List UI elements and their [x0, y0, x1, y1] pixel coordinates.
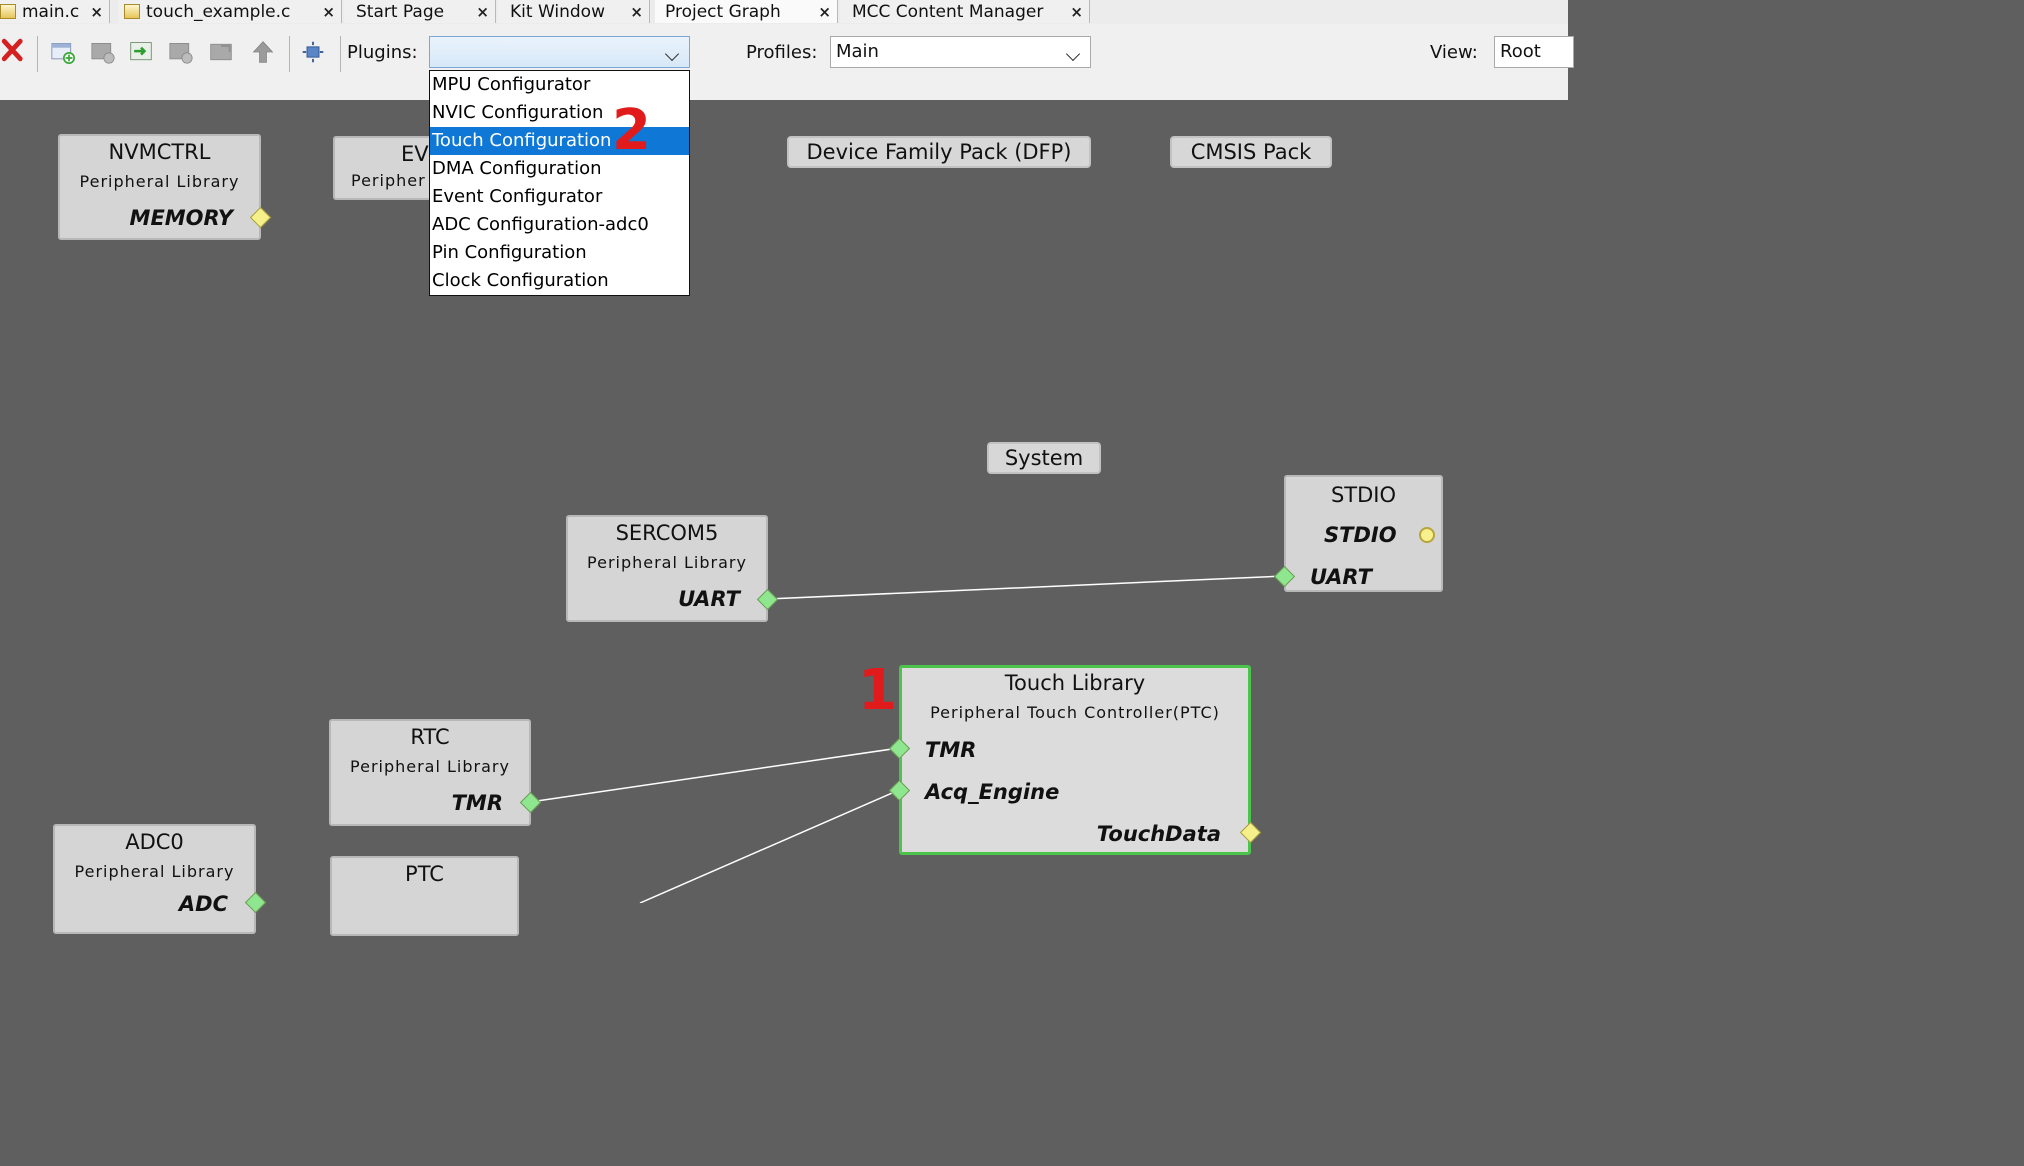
toolbar-separator: [37, 36, 38, 72]
remove-component-icon[interactable]: [90, 40, 116, 64]
rtc-node[interactable]: RTC Peripheral Library TMR: [329, 719, 531, 826]
profiles-dropdown[interactable]: Main: [830, 36, 1091, 68]
connection-rtc-touch: [529, 747, 900, 803]
ptc-node[interactable]: PTC: [330, 856, 519, 936]
tmr-port-label: TMR: [451, 791, 503, 815]
toolbar-separator: [289, 36, 290, 72]
adc-port-label: ADC: [178, 892, 228, 916]
close-icon[interactable]: ×: [1070, 3, 1083, 21]
tab-mcc-content-manager[interactable]: MCC Content Manager ×: [840, 0, 1090, 23]
memory-port-label: MEMORY: [129, 206, 233, 230]
step-1-marker: 1: [858, 658, 897, 723]
dfp-group[interactable]: Device Family Pack (DFP): [787, 136, 1091, 168]
touch-library-node[interactable]: Touch Library Peripheral Touch Controlle…: [899, 665, 1251, 855]
edit-component-icon[interactable]: [208, 40, 234, 64]
import-component-icon[interactable]: [128, 40, 154, 64]
stdio-port-label: STDIO: [1324, 523, 1397, 547]
system-group[interactable]: System: [987, 442, 1101, 474]
tab-kit-window[interactable]: Kit Window ×: [498, 0, 650, 23]
uart-port-label: UART: [1310, 565, 1372, 589]
close-icon[interactable]: ×: [476, 3, 489, 21]
menu-item-clock-configuration[interactable]: Clock Configuration: [430, 267, 689, 295]
export-component-icon[interactable]: [168, 40, 194, 64]
plugins-label: Plugins:: [347, 42, 418, 63]
nvmctrl-node[interactable]: NVMCTRL Peripheral Library MEMORY: [58, 134, 261, 240]
c-file-icon: [0, 4, 16, 19]
step-2-marker: 2: [612, 98, 651, 163]
cmsis-group[interactable]: CMSIS Pack: [1170, 136, 1332, 168]
add-component-icon[interactable]: [50, 40, 76, 64]
editor-tab-bar: main.c × touch_example.c × Start Page × …: [0, 0, 1568, 25]
move-up-icon[interactable]: [250, 40, 276, 64]
adc0-node[interactable]: ADC0 Peripheral Library ADC: [53, 824, 256, 934]
close-icon[interactable]: ×: [322, 3, 335, 21]
graph-toolbar: Plugins: Profiles: Main View: Root: [0, 24, 1574, 100]
tab-start-page[interactable]: Start Page ×: [344, 0, 496, 23]
menu-item-adc-configuration[interactable]: ADC Configuration-adc0: [430, 211, 689, 239]
close-icon[interactable]: ×: [90, 3, 103, 21]
sercom5-node[interactable]: SERCOM5 Peripheral Library UART: [566, 515, 768, 622]
tab-main-c[interactable]: main.c ×: [0, 0, 110, 23]
view-dropdown[interactable]: Root: [1494, 36, 1574, 68]
plugins-dropdown[interactable]: [429, 36, 690, 68]
project-graph-canvas[interactable]: NVMCTRL Peripheral Library MEMORY EV Per…: [0, 100, 1568, 936]
connection-sercom5-stdio: [767, 575, 1285, 600]
view-label: View:: [1430, 42, 1478, 63]
chevron-down-icon: [1065, 46, 1081, 62]
menu-item-pin-configuration[interactable]: Pin Configuration: [430, 239, 689, 267]
c-file-icon: [124, 4, 140, 19]
tab-project-graph[interactable]: Project Graph ×: [655, 0, 838, 23]
tab-touch-example-c[interactable]: touch_example.c ×: [118, 0, 342, 23]
stdio-port-connector[interactable]: [1419, 527, 1435, 543]
tmr-port-label: TMR: [925, 738, 977, 762]
close-icon[interactable]: ×: [818, 3, 831, 21]
fit-to-view-icon[interactable]: [300, 40, 326, 64]
menu-item-mpu-configurator[interactable]: MPU Configurator: [430, 71, 689, 99]
connection-ptc-touch: [639, 789, 900, 903]
menu-item-event-configurator[interactable]: Event Configurator: [430, 183, 689, 211]
close-red-x-icon[interactable]: [0, 38, 26, 62]
profiles-label: Profiles:: [746, 42, 818, 63]
toolbar-separator: [340, 36, 341, 72]
chevron-down-icon: [664, 46, 680, 62]
touchdata-port-label: TouchData: [1096, 822, 1221, 846]
uart-port-label: UART: [678, 587, 740, 611]
acq-engine-port-label: Acq_Engine: [925, 780, 1060, 804]
close-icon[interactable]: ×: [630, 3, 643, 21]
